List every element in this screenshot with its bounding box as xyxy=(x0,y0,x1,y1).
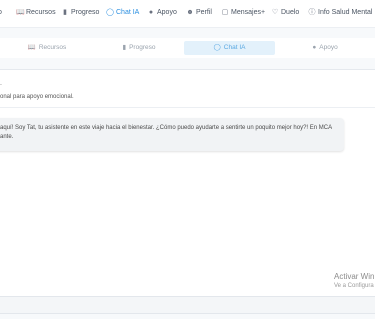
nav-item-recursos-label: Recursos xyxy=(26,9,56,16)
nav-item-perfil-label: Perfil xyxy=(196,9,212,16)
chat-title: . xyxy=(0,80,2,87)
message-line: aquí! Soy Tat, tu asistente en este viaj… xyxy=(0,125,332,131)
divider xyxy=(0,107,375,108)
message-plus-icon: ▢ xyxy=(221,9,229,16)
nav-item-info-label: Info Salud Mental xyxy=(318,9,373,16)
nav-item-perfil[interactable]: ☻ Perfil xyxy=(186,8,212,18)
top-navigation: o 📖Recursos ▮ Progreso ◯Chat IA ●Apoyo ☻P… xyxy=(0,0,375,28)
windows-activation-subtitle: Ve a Configura xyxy=(334,283,374,289)
nav-item-progreso-label: Progreso xyxy=(71,9,100,16)
chat-panel: . onal para apoyo emocional. aquí! Soy T… xyxy=(0,69,375,297)
tab-apoyo-label: Apoyo xyxy=(319,44,338,51)
assistant-message-text: aquí! Soy Tat, tu asistente en este viaj… xyxy=(0,124,332,142)
nav-item-info-salud-mental[interactable]: ⓘ Info Salud Mental xyxy=(308,8,373,18)
nav-item-mensajes[interactable]: ▢ Mensajes+ xyxy=(221,8,265,18)
nav-item-chat-ia-label: Chat IA xyxy=(116,9,140,16)
info-icon: ⓘ xyxy=(308,9,316,16)
nav-item-apoyo-label: Apoyo xyxy=(157,9,177,16)
tab-recursos[interactable]: 📖 Recursos xyxy=(0,41,94,55)
nav-item-home-label: o xyxy=(0,9,2,16)
nav-item-chat-ia[interactable]: ◯ Chat IA xyxy=(106,8,139,18)
bar-chart-icon: ▮ xyxy=(63,9,67,16)
user-icon: ☻ xyxy=(186,9,194,16)
map-pin-icon: ● xyxy=(148,9,154,16)
bar-chart-icon: ▮ xyxy=(122,44,127,51)
tab-chat-ia[interactable]: ◯ Chat IA xyxy=(184,41,275,55)
chat-subtitle: onal para apoyo emocional. xyxy=(0,94,74,100)
tab-recursos-label: Recursos xyxy=(38,44,67,51)
windows-activation-title: Activar Win xyxy=(334,272,375,281)
sub-tabs: 📖 Recursos ▮ Progreso ◯ Chat IA ● Apoyo xyxy=(0,38,375,58)
message-line: ante. xyxy=(0,134,14,140)
nav-item-apoyo[interactable]: ● Apoyo xyxy=(147,8,177,18)
chat-bubble-icon: ◯ xyxy=(213,44,221,51)
nav-item-home[interactable]: o xyxy=(0,8,2,18)
chat-input-bar[interactable] xyxy=(0,296,375,314)
tab-chat-ia-label: Chat IA xyxy=(223,44,246,51)
map-pin-icon: ● xyxy=(312,44,317,51)
heart-icon: ♡ xyxy=(271,9,279,16)
book-icon: 📖 xyxy=(27,44,36,51)
book-icon: 📖 xyxy=(16,9,25,16)
nav-item-duelo-label: Duelo xyxy=(281,9,300,16)
nav-item-mensajes-label: Mensajes+ xyxy=(231,9,266,16)
tab-progreso-label: Progreso xyxy=(129,44,156,51)
nav-item-progreso[interactable]: ▮ Progreso xyxy=(61,8,99,18)
chat-bubble-icon: ◯ xyxy=(106,9,114,16)
tab-apoyo[interactable]: ● Apoyo xyxy=(275,41,375,55)
assistant-message-bubble: aquí! Soy Tat, tu asistente en este viaj… xyxy=(0,118,344,151)
nav-item-recursos[interactable]: 📖Recursos xyxy=(16,8,56,18)
tab-progreso[interactable]: ▮ Progreso xyxy=(94,41,184,55)
nav-item-duelo[interactable]: ♡ Duelo xyxy=(271,8,299,18)
